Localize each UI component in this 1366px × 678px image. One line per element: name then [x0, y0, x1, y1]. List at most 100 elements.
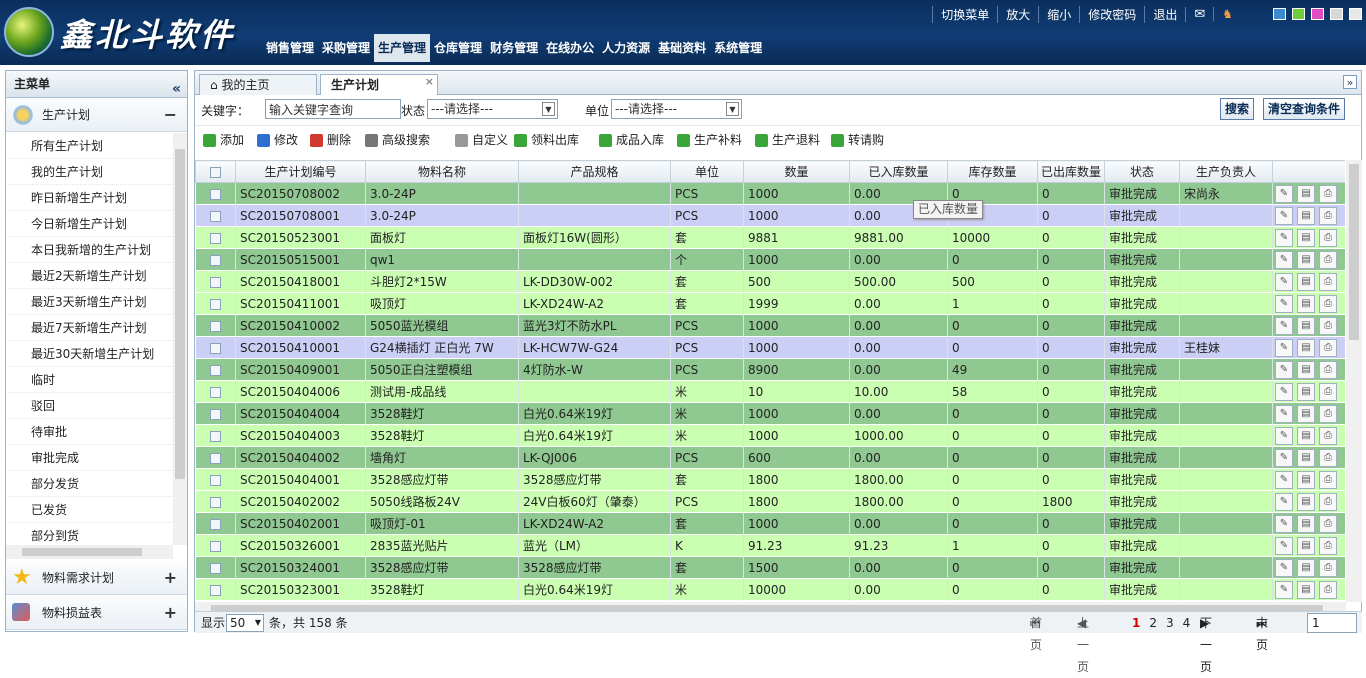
scroll-thumb[interactable] [22, 548, 142, 556]
top-nav-item[interactable]: 采购管理 [318, 34, 374, 62]
tab-production-plan[interactable]: 生产计划 × [320, 74, 438, 95]
sidebar-vertical-scrollbar[interactable] [173, 133, 187, 545]
column-header[interactable]: 物料名称 [365, 160, 519, 183]
print-icon[interactable]: ⎙ [1319, 448, 1337, 467]
edit-icon[interactable]: ✎ [1275, 382, 1293, 401]
edit-icon[interactable]: ✎ [1275, 338, 1293, 357]
table-row[interactable]: SC20150410002 5050蓝光模组 蓝光3灯不防水PL PCS 1000 0.0… [195, 314, 1345, 337]
sidebar-item[interactable]: 已发货 [6, 497, 173, 523]
row-checkbox[interactable] [195, 292, 236, 315]
row-checkbox[interactable] [195, 424, 236, 447]
unit-select[interactable]: ---请选择--- ▼ [611, 99, 742, 119]
table-row[interactable]: SC20150404006 测试用-成品线 米 10 10.00 58 0 审批完成 ✎ ▤ ⎙ [195, 380, 1345, 403]
top-nav-item[interactable]: 销售管理 [262, 34, 318, 62]
edit-icon[interactable]: ✎ [1275, 558, 1293, 577]
theme-swatch[interactable] [1330, 8, 1343, 20]
edit-icon[interactable]: ✎ [1275, 448, 1293, 467]
table-row[interactable]: SC20150404004 3528鞋灯 白光0.64米19灯米 1000 0.00 0 0… [195, 402, 1345, 425]
table-row[interactable]: SC20150515001 qw1 个 1000 0.00 0 0 审批完成 ✎ ▤ ⎙ [195, 248, 1345, 271]
column-header[interactable]: 单位 [670, 160, 744, 183]
edit-icon[interactable]: ✎ [1275, 360, 1293, 379]
row-checkbox[interactable] [195, 358, 236, 381]
sidebar-group-material-requirements[interactable]: ★ 物料需求计划 + [6, 561, 187, 595]
view-icon[interactable]: ▤ [1297, 536, 1315, 555]
page-size-select[interactable]: 50 ▼ [226, 614, 264, 632]
search-button[interactable]: 搜索 [1220, 98, 1255, 120]
column-header[interactable]: 产品规格 [518, 160, 671, 183]
theme-swatch[interactable] [1311, 8, 1324, 20]
toolbar-button[interactable]: 领料出库 [514, 126, 579, 154]
sidebar-item[interactable]: 最近3天新增生产计划 [6, 289, 173, 315]
toolbar-button[interactable]: 生产退料 [755, 126, 820, 154]
page-number-link[interactable]: 1 [1132, 616, 1140, 630]
print-icon[interactable]: ⎙ [1319, 360, 1337, 379]
view-icon[interactable]: ▤ [1297, 558, 1315, 577]
print-icon[interactable]: ⎙ [1319, 558, 1337, 577]
sidebar-item[interactable]: 今日新增生产计划 [6, 211, 173, 237]
scroll-thumb[interactable] [175, 149, 185, 479]
print-icon[interactable]: ⎙ [1319, 184, 1337, 203]
collapse-group-icon[interactable]: − [164, 98, 177, 132]
top-nav-item[interactable]: 基础资料 [654, 34, 710, 62]
row-checkbox[interactable] [195, 314, 236, 337]
print-icon[interactable]: ⎙ [1319, 514, 1337, 533]
print-icon[interactable]: ⎙ [1319, 228, 1337, 247]
edit-icon[interactable]: ✎ [1275, 426, 1293, 445]
edit-icon[interactable]: ✎ [1275, 470, 1293, 489]
expand-group-icon[interactable]: + [164, 596, 177, 630]
table-row[interactable]: SC20150409001 5050正白注塑模组 4灯防水-W PCS 8900 0.00… [195, 358, 1345, 381]
sidebar-item[interactable]: 最近30天新增生产计划 [6, 341, 173, 367]
table-row[interactable]: SC20150323001 3528鞋灯 白光0.64米19灯米 10000 0.00 0… [195, 578, 1345, 601]
top-nav-item[interactable]: 在线办公 [542, 34, 598, 62]
sidebar-group-production-plan[interactable]: 生产计划 − [6, 98, 187, 132]
print-icon[interactable]: ⎙ [1319, 404, 1337, 423]
view-icon[interactable]: ▤ [1297, 426, 1315, 445]
row-checkbox[interactable] [195, 248, 236, 271]
row-checkbox[interactable] [195, 490, 236, 513]
mail-icon[interactable]: ✉ [1185, 6, 1213, 22]
print-icon[interactable]: ⎙ [1319, 580, 1337, 599]
sidebar-item[interactable]: 本日我新增的生产计划 [6, 237, 173, 263]
view-icon[interactable]: ▤ [1297, 448, 1315, 467]
sidebar-item[interactable]: 待审批 [6, 419, 173, 445]
toolbar-button[interactable]: 添加 [203, 126, 244, 154]
edit-icon[interactable]: ✎ [1275, 272, 1293, 291]
edit-icon[interactable]: ✎ [1275, 250, 1293, 269]
sidebar-item[interactable]: 临时 [6, 367, 173, 393]
print-icon[interactable]: ⎙ [1319, 206, 1337, 225]
row-checkbox[interactable] [195, 446, 236, 469]
row-checkbox[interactable] [195, 336, 236, 359]
view-icon[interactable]: ▤ [1297, 206, 1315, 225]
edit-icon[interactable]: ✎ [1275, 294, 1293, 313]
print-icon[interactable]: ⎙ [1319, 294, 1337, 313]
row-checkbox[interactable] [195, 534, 236, 557]
sidebar-item[interactable]: 部分到货 [6, 523, 173, 543]
view-icon[interactable]: ▤ [1297, 228, 1315, 247]
column-header[interactable]: 已入库数量 [849, 160, 948, 183]
view-icon[interactable]: ▤ [1297, 338, 1315, 357]
row-checkbox[interactable] [195, 468, 236, 491]
toolbar-button[interactable]: 修改 [257, 126, 298, 154]
row-checkbox[interactable] [195, 204, 236, 227]
top-nav-item[interactable]: 人力资源 [598, 34, 654, 62]
theme-swatch[interactable] [1273, 8, 1286, 20]
table-row[interactable]: SC20150708002 3.0-24P PCS 1000 0.00 0 0 审批完成 宋尚永… [195, 182, 1345, 205]
zoom-out-link[interactable]: 缩小 [1038, 5, 1079, 23]
row-checkbox[interactable] [195, 226, 236, 249]
table-row[interactable]: SC20150404003 3528鞋灯 白光0.64米19灯米 1000 1000.0… [195, 424, 1345, 447]
edit-icon[interactable]: ✎ [1275, 514, 1293, 533]
column-header[interactable]: 生产计划编号 [235, 160, 366, 183]
print-icon[interactable]: ⎙ [1319, 492, 1337, 511]
select-all-checkbox[interactable] [195, 160, 236, 183]
table-row[interactable]: SC20150523001 面板灯 面板灯16W(圆形）套 9881 9881.00 10… [195, 226, 1345, 249]
edit-icon[interactable]: ✎ [1275, 228, 1293, 247]
toolbar-button[interactable]: 自定义 [455, 126, 508, 154]
table-row[interactable]: SC20150708001 3.0-24P PCS 1000 0.00 0 审批完成 ✎ ▤ ⎙ [195, 204, 1345, 227]
table-row[interactable]: SC20150418001 斗胆灯2*15W LK-DD30W-002 套 500 500… [195, 270, 1345, 293]
toolbar-button[interactable]: 生产补料 [677, 126, 742, 154]
row-checkbox[interactable] [195, 578, 236, 601]
column-header[interactable]: 已出库数量 [1037, 160, 1105, 183]
column-header[interactable]: 生产负责人 [1179, 160, 1273, 183]
tab-home[interactable]: ⌂ 我的主页 [199, 74, 317, 95]
column-header[interactable]: 状态 [1104, 160, 1180, 183]
